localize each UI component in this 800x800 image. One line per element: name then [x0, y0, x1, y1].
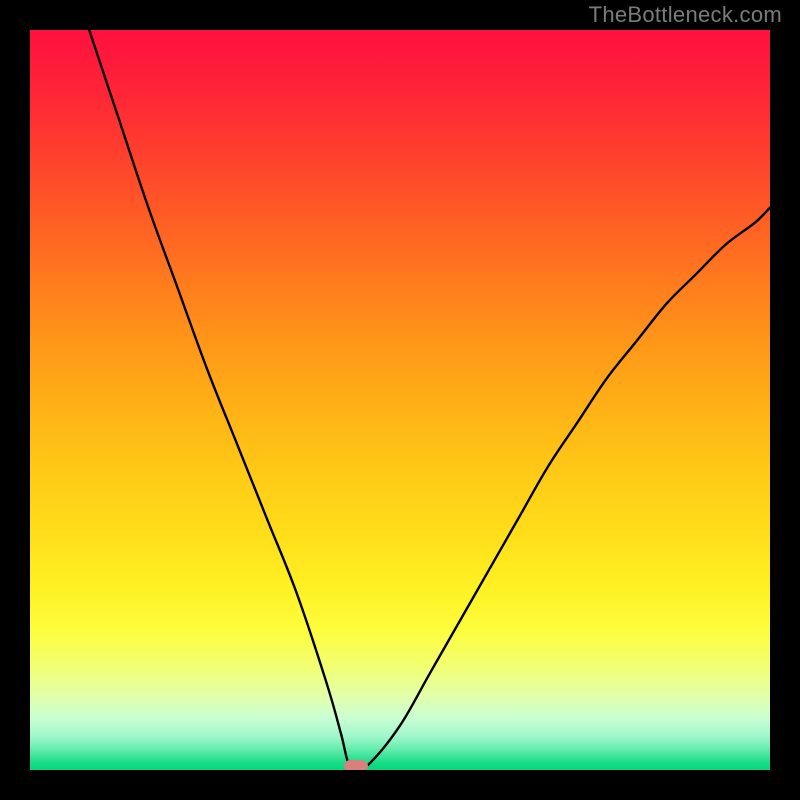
plot-area: [30, 30, 770, 770]
chart-frame: TheBottleneck.com: [0, 0, 800, 800]
bottleneck-curve: [30, 30, 770, 770]
watermark-text: TheBottleneck.com: [589, 2, 782, 28]
optimum-marker: [344, 760, 368, 770]
